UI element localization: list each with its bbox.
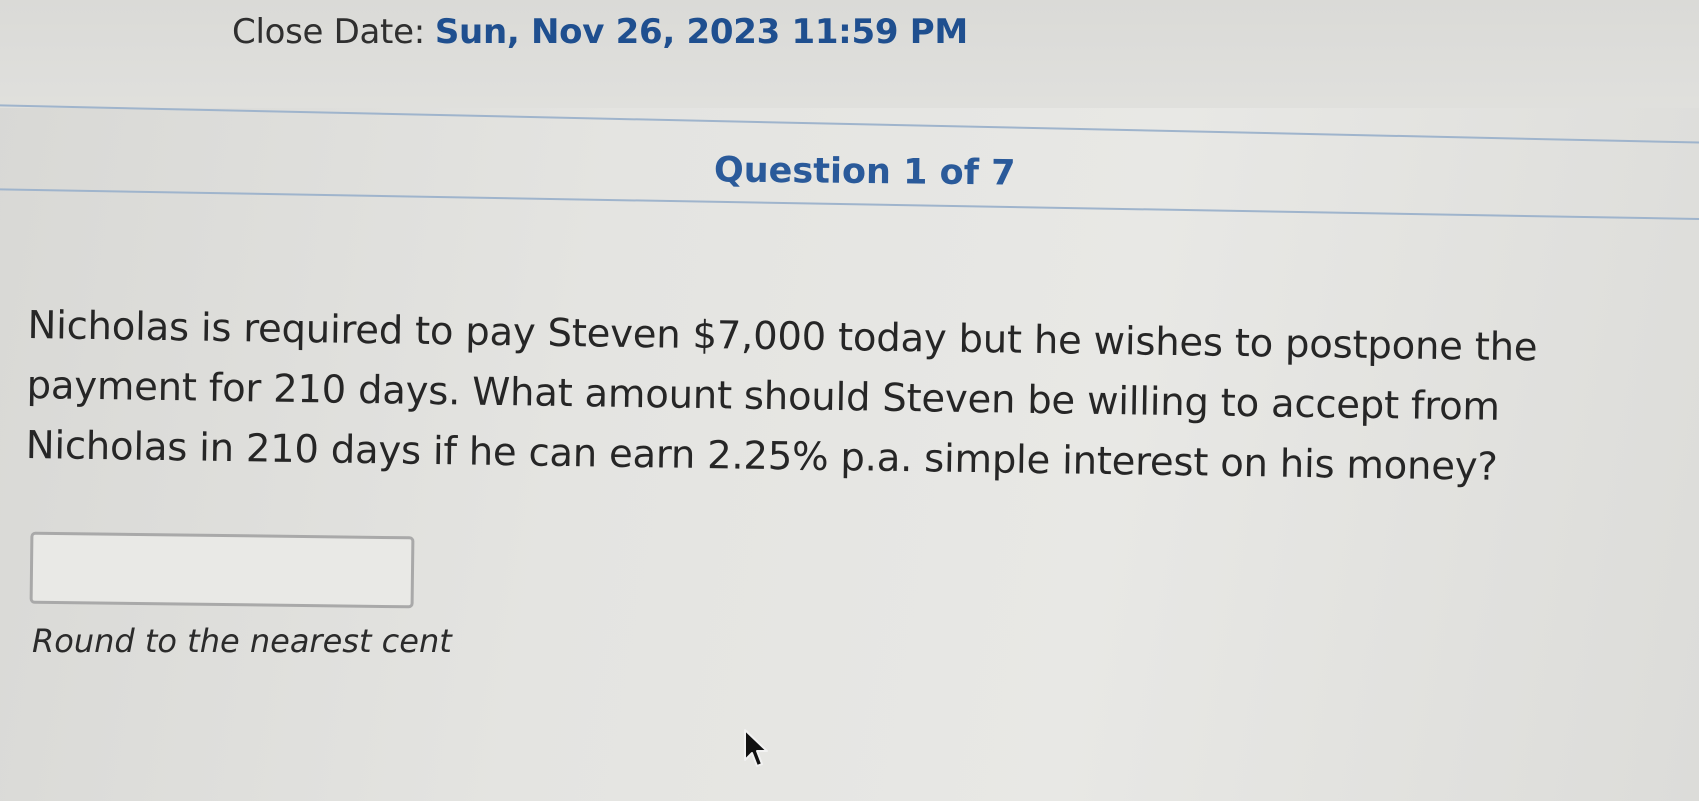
- close-date-label: Close Date:: [232, 12, 425, 52]
- close-date: Close Date: Sun, Nov 26, 2023 11:59 PM: [232, 12, 968, 52]
- answer-input[interactable]: [29, 531, 415, 609]
- rounding-hint: Round to the nearest cent: [32, 622, 452, 660]
- question-text: Nicholas is required to pay Steven $7,00…: [25, 302, 1538, 490]
- header-divider: [0, 104, 1699, 145]
- question-divider: [0, 188, 1699, 221]
- close-date-value: Sun, Nov 26, 2023 11:59 PM: [434, 12, 968, 52]
- arrow-cursor-icon: [744, 729, 768, 767]
- quiz-screen: Close Date: Sun, Nov 26, 2023 11:59 PM Qu…: [0, 0, 1699, 801]
- question-counter: Question 1 of 7: [713, 150, 1016, 194]
